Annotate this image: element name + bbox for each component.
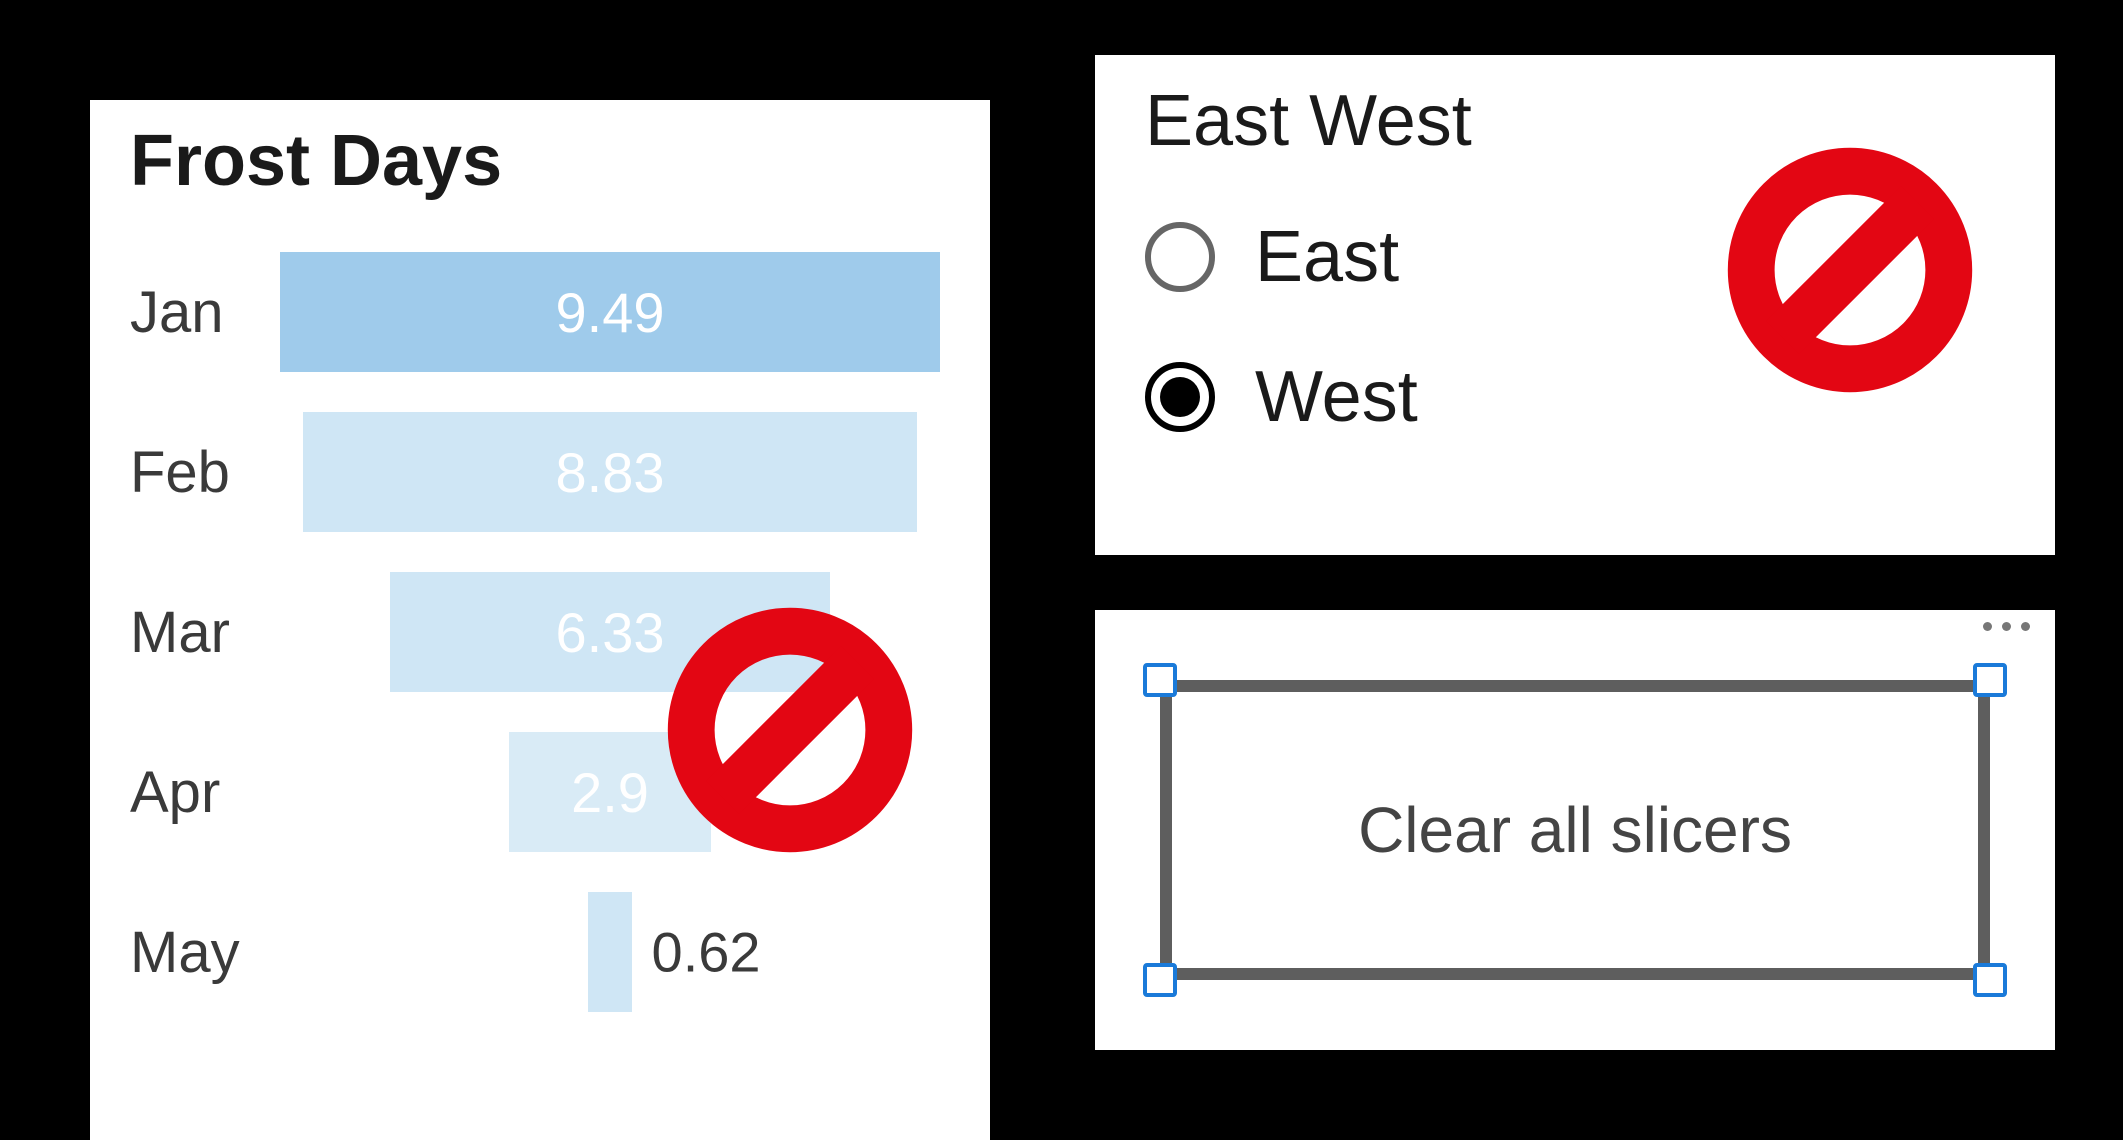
funnel-bar-value: 8.83 xyxy=(555,440,664,505)
selection-handle-top-right[interactable] xyxy=(1973,663,2007,697)
funnel-row-apr[interactable]: Apr 2.9 xyxy=(130,712,950,872)
slicer-option-label: West xyxy=(1255,356,1418,438)
selection-handle-bottom-left[interactable] xyxy=(1143,963,1177,997)
funnel-category-label: Mar xyxy=(130,599,280,666)
funnel-bar-zone: 8.83 xyxy=(280,412,950,532)
clear-all-slicers-button[interactable]: Clear all slicers xyxy=(1160,680,1990,980)
slicer-option-east[interactable]: East xyxy=(1145,187,2005,327)
slicer-visual[interactable]: East West East West xyxy=(1095,55,2055,555)
funnel-bar-zone: 0.62 xyxy=(280,892,950,1012)
funnel-bar[interactable]: 6.33 xyxy=(390,572,830,692)
funnel-category-label: May xyxy=(130,919,280,986)
slicer-title: East West xyxy=(1145,80,2005,162)
funnel-bar[interactable]: 8.83 xyxy=(303,412,917,532)
funnel-bar-value: 9.49 xyxy=(556,280,665,345)
funnel-bar-value: 2.9 xyxy=(571,760,649,825)
radio-selected-icon[interactable] xyxy=(1145,362,1215,432)
funnel-bar-zone: 2.9 xyxy=(280,732,950,852)
more-options-icon[interactable] xyxy=(1983,622,2030,631)
funnel-chart-visual[interactable]: Frost Days Jan 9.49 Feb 8.83 Mar 6.33 xyxy=(90,100,990,1140)
selection-handle-bottom-right[interactable] xyxy=(1973,963,2007,997)
funnel-title: Frost Days xyxy=(130,120,950,202)
slicer-option-west[interactable]: West xyxy=(1145,327,2005,467)
funnel-row-feb[interactable]: Feb 8.83 xyxy=(130,392,950,552)
clear-slicers-button-visual[interactable]: Clear all slicers xyxy=(1095,610,2055,1050)
funnel-bar-zone: 9.49 xyxy=(280,252,950,372)
funnel-category-label: Apr xyxy=(130,759,280,826)
funnel-row-mar[interactable]: Mar 6.33 xyxy=(130,552,950,712)
funnel-row-jan[interactable]: Jan 9.49 xyxy=(130,232,950,392)
funnel-bar-zone: 6.33 xyxy=(280,572,950,692)
radio-unselected-icon[interactable] xyxy=(1145,222,1215,292)
funnel-bar[interactable]: 2.9 xyxy=(509,732,711,852)
slicer-option-label: East xyxy=(1255,216,1399,298)
funnel-bar[interactable]: 9.49 xyxy=(280,252,940,372)
funnel-rows: Jan 9.49 Feb 8.83 Mar 6.33 xyxy=(130,232,950,1032)
funnel-category-label: Feb xyxy=(130,439,280,506)
funnel-category-label: Jan xyxy=(130,279,280,346)
funnel-bar[interactable] xyxy=(588,892,631,1012)
funnel-bar-value-external: 0.62 xyxy=(652,920,761,985)
selection-handle-top-left[interactable] xyxy=(1143,663,1177,697)
clear-all-slicers-label: Clear all slicers xyxy=(1358,793,1792,867)
funnel-bar-value: 6.33 xyxy=(555,600,664,665)
funnel-row-may[interactable]: May 0.62 xyxy=(130,872,950,1032)
